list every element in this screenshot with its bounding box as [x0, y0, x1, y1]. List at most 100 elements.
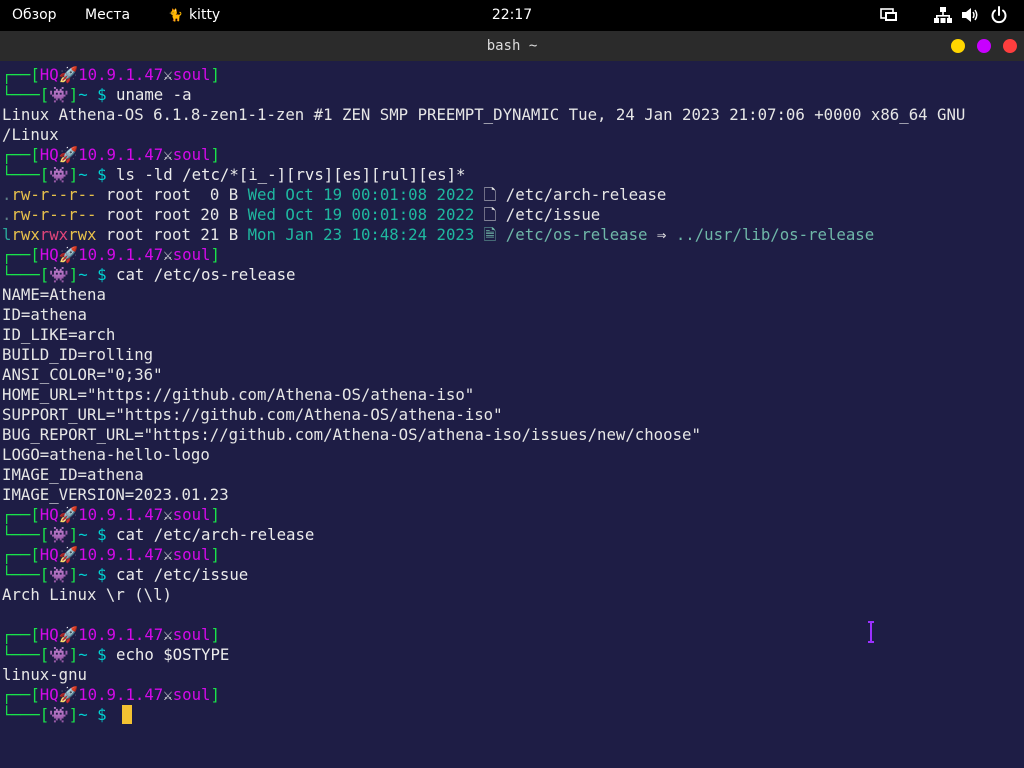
file-icon: 🗋 — [483, 185, 497, 204]
places-menu[interactable]: Места — [85, 0, 130, 31]
active-prompt-line[interactable]: └───[👾]~ $ — [2, 705, 116, 725]
swords-icon: ⚔ — [163, 685, 173, 704]
rocket-icon: 🚀 — [58, 505, 79, 524]
rocket-icon: 🚀 — [58, 545, 79, 564]
swords-icon: ⚔ — [163, 625, 173, 644]
output-line: IMAGE_VERSION=2023.01.23 — [2, 485, 229, 504]
text-cursor — [122, 705, 132, 724]
prompt-host: HQ — [39, 545, 59, 564]
prompt-frame: ┌──[ — [2, 685, 40, 704]
prompt-ip: 10.9.1.47 — [78, 545, 164, 564]
output-line: NAME=Athena — [2, 285, 106, 304]
prompt-dir: ~ $ — [78, 165, 117, 184]
swords-icon: ⚔ — [163, 505, 173, 524]
command-text: cat /etc/os-release — [116, 265, 296, 284]
maximize-button[interactable] — [977, 39, 991, 53]
alien-icon: 👾 — [49, 165, 69, 184]
output-line: SUPPORT_URL="https://github.com/Athena-O… — [2, 405, 503, 424]
date: Mon Jan 23 10:48:24 2023 — [238, 225, 484, 244]
date: Wed Oct 19 00:01:08 2022 — [238, 185, 484, 204]
close-button[interactable] — [1003, 39, 1017, 53]
prompt-header: ┌──[HQ🚀10.9.1.47⚔soul] — [2, 65, 220, 85]
date: Wed Oct 19 00:01:08 2022 — [238, 205, 484, 224]
prompt-frame: └───[ — [2, 165, 50, 184]
link-target: ../usr/lib/os-release — [675, 225, 875, 244]
window-title-bar[interactable]: bash ~ — [0, 31, 1024, 61]
prompt-command-line: └───[👾]~ $ echo $OSTYPE — [2, 645, 229, 665]
command-text: cat /etc/issue — [116, 565, 249, 584]
prompt-header: ┌──[HQ🚀10.9.1.47⚔soul] — [2, 505, 220, 525]
output-line: ID=athena — [2, 305, 88, 324]
prompt-user: soul — [172, 65, 211, 84]
prompt-host: HQ — [39, 145, 59, 164]
output-line: Arch Linux \r (\l) — [2, 585, 173, 604]
rocket-icon: 🚀 — [58, 245, 79, 264]
prompt-frame: ] — [68, 85, 79, 104]
perm-user: rw- — [11, 185, 40, 204]
rocket-icon: 🚀 — [58, 625, 79, 644]
prompt-host: HQ — [39, 625, 59, 644]
cat-icon: 🐈 — [168, 8, 183, 22]
prompt-frame: ┌──[ — [2, 245, 40, 264]
size: 20 B — [190, 205, 239, 224]
screen-share-icon[interactable] — [879, 5, 899, 25]
clock[interactable]: 22:17 — [492, 7, 532, 23]
app-menu[interactable]: 🐈 kitty — [168, 0, 220, 31]
output-line: ANSI_COLOR="0;36" — [2, 365, 163, 384]
prompt-frame: └───[ — [2, 705, 50, 724]
prompt-frame: ] — [68, 165, 79, 184]
prompt-header: ┌──[HQ🚀10.9.1.47⚔soul] — [2, 685, 220, 705]
swords-icon: ⚔ — [163, 145, 173, 164]
path: /etc/issue — [496, 205, 601, 224]
swords-icon: ⚔ — [163, 245, 173, 264]
prompt-ip: 10.9.1.47 — [78, 685, 164, 704]
output-line: LOGO=athena-hello-logo — [2, 445, 210, 464]
activities-button[interactable]: Обзор — [12, 0, 57, 31]
size: 21 B — [190, 225, 239, 244]
prompt-command-line: └───[👾]~ $ cat /etc/issue — [2, 565, 248, 585]
prompt-frame: ] — [68, 645, 79, 664]
prompt-user: soul — [172, 505, 211, 524]
terminal[interactable]: ┌──[HQ🚀10.9.1.47⚔soul] └───[👾]~ $ uname … — [0, 61, 1024, 768]
prompt-frame: ┌──[ — [2, 625, 40, 644]
prompt-frame: ┌──[ — [2, 505, 40, 524]
power-icon[interactable] — [989, 5, 1009, 25]
command-text: cat /etc/arch-release — [116, 525, 315, 544]
prompt-dir: ~ $ — [78, 85, 117, 104]
prompt-frame: ] — [68, 265, 79, 284]
prompt-ip: 10.9.1.47 — [78, 145, 164, 164]
prompt-frame: └───[ — [2, 645, 50, 664]
network-icon[interactable] — [933, 5, 953, 25]
ls-row: .rw-r--r-- root root 0 B Wed Oct 19 00:0… — [2, 185, 666, 205]
prompt-user: soul — [172, 685, 211, 704]
prompt-frame: ] — [210, 505, 220, 524]
minimize-button[interactable] — [951, 39, 965, 53]
owner: root root — [96, 225, 191, 244]
alien-icon: 👾 — [49, 525, 69, 544]
prompt-user: soul — [172, 145, 211, 164]
volume-icon[interactable] — [960, 5, 980, 25]
prompt-user: soul — [172, 545, 211, 564]
command-text: ls -ld /etc/*[i_-][rvs][es][rul][es]* — [116, 165, 466, 184]
prompt-frame: └───[ — [2, 525, 50, 544]
prompt-host: HQ — [39, 245, 59, 264]
prompt-header: ┌──[HQ🚀10.9.1.47⚔soul] — [2, 245, 220, 265]
prompt-dir: ~ $ — [78, 645, 117, 664]
output-line: ID_LIKE=arch — [2, 325, 116, 344]
output-line: Linux Athena-OS 6.1.8-zen1-1-zen #1 ZEN … — [2, 105, 966, 124]
ls-row: lrwxrwxrwx root root 21 B Mon Jan 23 10:… — [2, 225, 874, 245]
command-text: echo $OSTYPE — [116, 645, 230, 664]
prompt-frame: ┌──[ — [2, 545, 40, 564]
prompt-frame: ] — [210, 685, 220, 704]
app-name: kitty — [188, 7, 221, 23]
perm-group: rwx — [39, 225, 69, 244]
prompt-frame: └───[ — [2, 565, 50, 584]
prompt-header: ┌──[HQ🚀10.9.1.47⚔soul] — [2, 145, 220, 165]
prompt-frame: ] — [210, 145, 220, 164]
output-line: linux-gnu — [2, 665, 88, 684]
prompt-frame: ] — [210, 65, 220, 84]
perm-other: rwx — [68, 225, 97, 244]
rocket-icon: 🚀 — [58, 145, 79, 164]
prompt-frame: └───[ — [2, 265, 50, 284]
prompt-frame: ] — [210, 245, 220, 264]
